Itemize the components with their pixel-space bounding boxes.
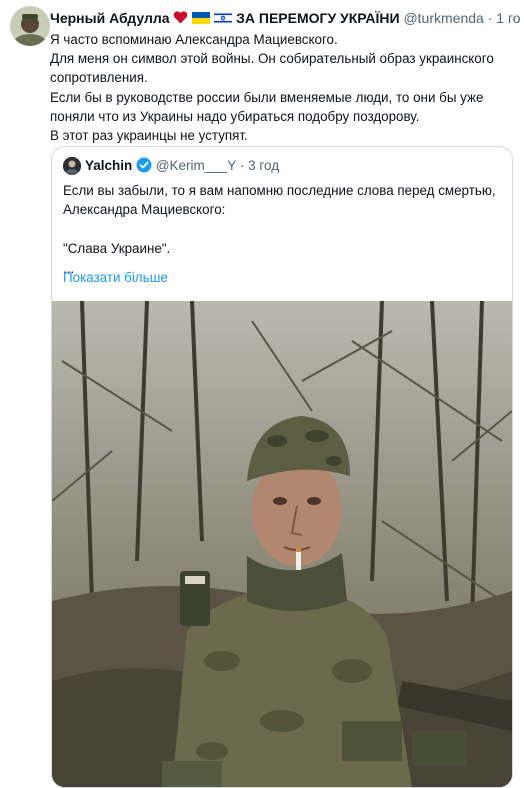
quoted-tweet-text: Если вы забыли, то я вам напомню последн… [63, 181, 503, 278]
tweet-line: Я часто вспоминаю Александра Мациевского… [50, 32, 338, 47]
quoted-line [63, 220, 503, 239]
tweet-time[interactable]: 1 год [496, 10, 520, 26]
author-badge-text: ЗА ПЕРЕМОГУ УКРАЇНИ [236, 10, 400, 26]
tweet-header: Черный Абдулла ЗА ПЕРЕМОГУ УКРАЇНИ @turk… [50, 9, 520, 27]
quoted-author-avatar[interactable] [63, 157, 81, 175]
author-avatar[interactable] [10, 6, 50, 46]
quoted-line: "Слава Украине". [63, 241, 171, 257]
verified-badge-icon [136, 157, 152, 178]
author-handle[interactable]: @turkmenda [403, 10, 483, 26]
quoted-author-name[interactable]: Yalchin [85, 158, 132, 173]
show-more-link[interactable]: Показати більше [63, 268, 168, 287]
quoted-tweet[interactable]: Yalchin @Kerim___Y · 3 год Если вы забыл… [51, 146, 513, 788]
tweet[interactable]: Черный Абдулла ЗА ПЕРЕМОГУ УКРАЇНИ @turk… [0, 0, 524, 788]
heart-icon [173, 10, 188, 27]
tweet-line: В этот раз украинцы не уступят. [50, 128, 248, 144]
quoted-line: Если вы забыли, то я вам напомню последн… [63, 183, 496, 198]
tweet-line: Если бы в руководстве россии были вменяе… [50, 89, 484, 105]
israel-flag-icon [213, 10, 233, 27]
quoted-line: Александра Мациевского: [63, 202, 226, 218]
tweet-line: поняли что из Украины надо убираться под… [50, 108, 420, 124]
quoted-tweet-time[interactable]: 3 год [248, 158, 279, 173]
author-name[interactable]: Черный Абдулла [50, 10, 170, 26]
quoted-tweet-photo[interactable] [52, 301, 512, 787]
tweet-text: Я часто вспоминаю Александра Мациевского… [50, 30, 512, 145]
quoted-author-handle[interactable]: @Kerim___Y [156, 158, 236, 173]
quoted-tweet-header: Yalchin @Kerim___Y · 3 год [85, 157, 279, 178]
tweet-line: Для меня он символ этой войны. Он собира… [50, 51, 494, 67]
ukraine-flag-icon [192, 10, 211, 27]
header-separator: · [487, 10, 493, 26]
quoted-header-separator: · [239, 158, 245, 173]
tweet-line: сопротивления. [50, 70, 148, 86]
